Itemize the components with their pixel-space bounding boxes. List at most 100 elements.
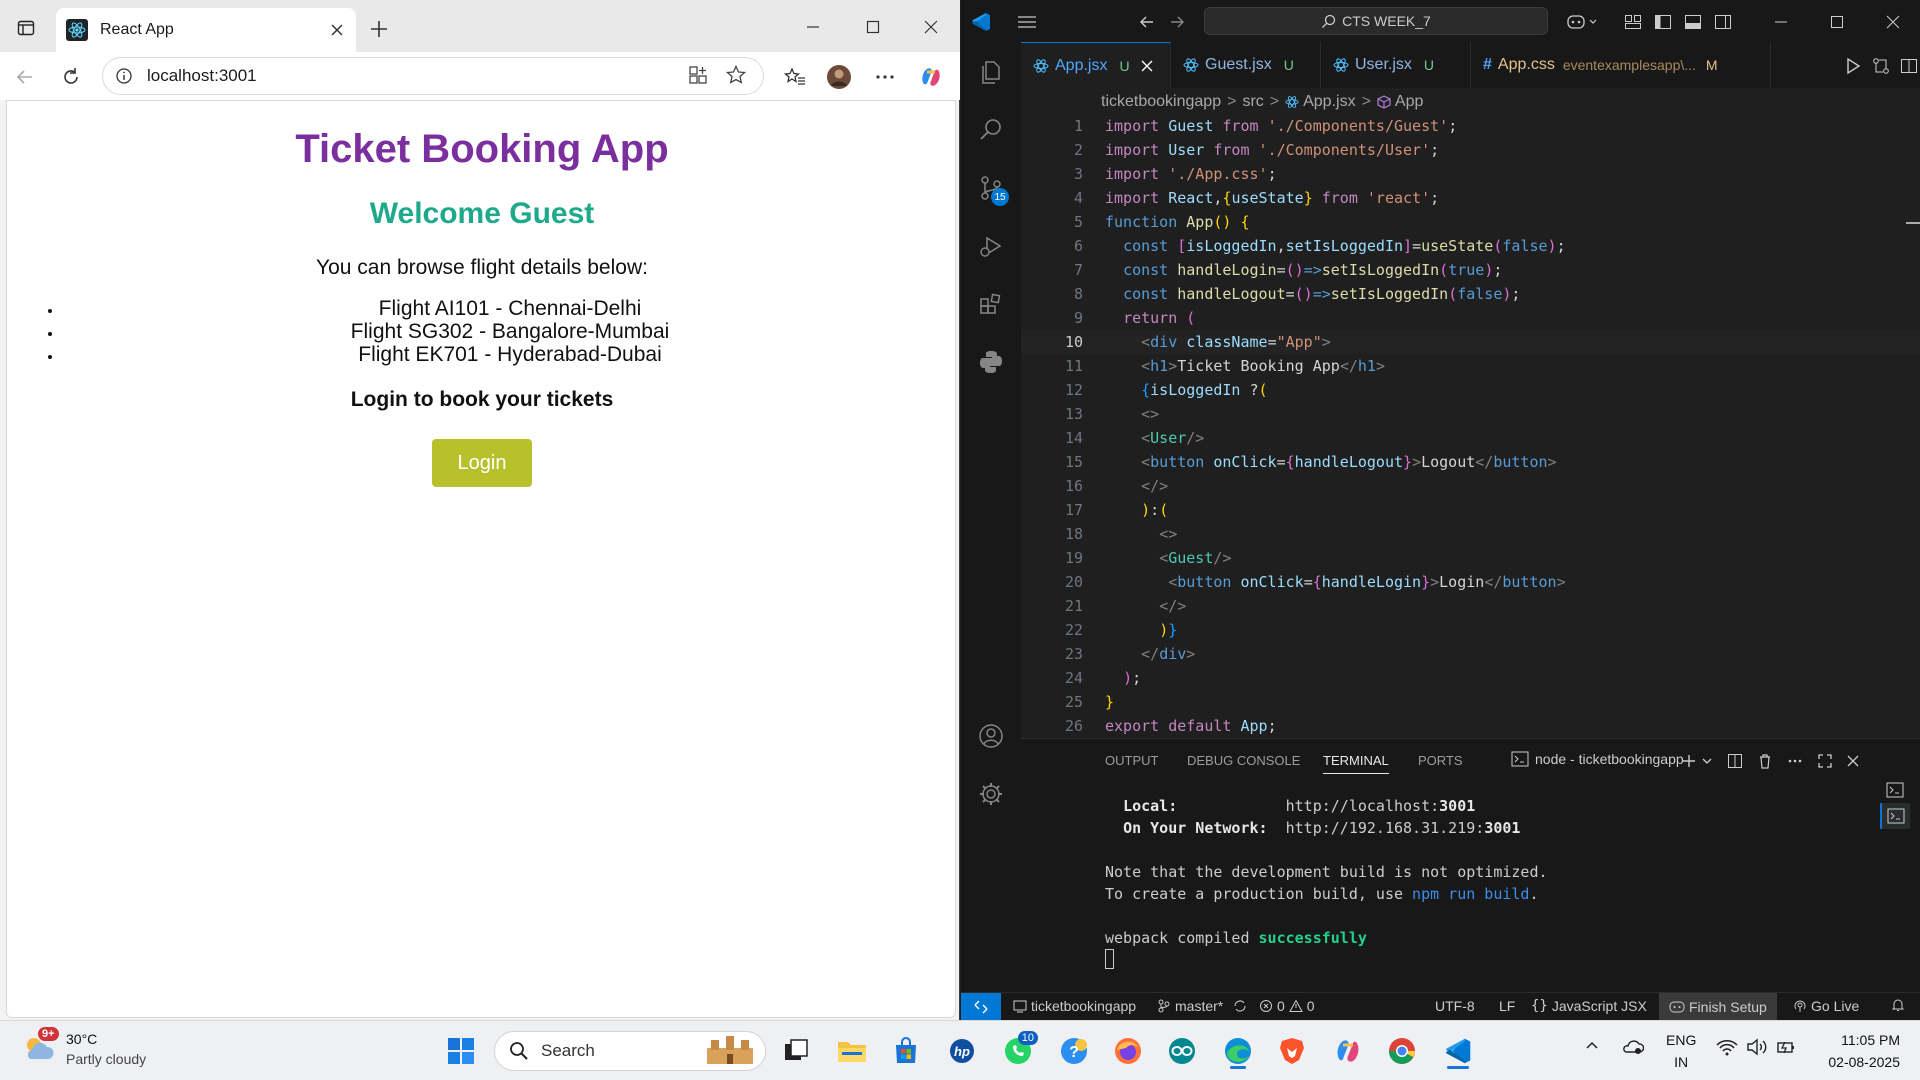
battery-charging-icon[interactable] — [1776, 1038, 1796, 1056]
search-icon[interactable] — [971, 110, 1011, 150]
login-button[interactable]: Login — [432, 439, 532, 487]
close-window-icon[interactable] — [918, 14, 944, 40]
go-live-button[interactable]: Go Live — [1793, 998, 1859, 1014]
favorite-star-icon[interactable] — [725, 64, 749, 88]
toggle-secondary-sidebar-icon[interactable] — [1711, 10, 1735, 34]
python-icon[interactable] — [971, 342, 1011, 382]
close-tab-icon[interactable] — [328, 21, 346, 39]
manage-gear-icon[interactable] — [971, 774, 1011, 814]
weather-widget[interactable]: 9+ 30°C Partly cloudy — [20, 1027, 146, 1069]
run-debug-icon[interactable] — [971, 226, 1011, 266]
help-app-icon[interactable]: ? — [1054, 1031, 1094, 1071]
brave-icon[interactable] — [1272, 1031, 1312, 1071]
maximize-panel-icon[interactable] — [1815, 751, 1835, 771]
terminal-instance-active-icon[interactable] — [1880, 803, 1910, 829]
status-branch[interactable]: master* — [1157, 998, 1247, 1014]
close-panel-icon[interactable] — [1843, 751, 1863, 771]
favorites-icon[interactable] — [782, 64, 808, 90]
file-explorer-icon[interactable] — [832, 1031, 872, 1071]
wifi-icon[interactable] — [1716, 1038, 1738, 1056]
site-info-icon[interactable] — [115, 67, 133, 85]
terminal-selector[interactable]: node - ticketbookingapp — [1511, 751, 1684, 767]
language-indicator[interactable]: ENG IN — [1666, 1029, 1696, 1073]
status-eol[interactable]: LF — [1499, 998, 1515, 1014]
start-windows-icon[interactable] — [441, 1031, 481, 1071]
tab-guest-jsx[interactable]: Guest.jsx U — [1171, 42, 1321, 88]
toggle-panel-icon[interactable] — [1681, 10, 1705, 34]
breadcrumb-folder[interactable]: ticketbookingapp — [1101, 93, 1221, 111]
nav-back-icon[interactable] — [1135, 10, 1159, 34]
split-editor-icon[interactable] — [1897, 54, 1920, 78]
close-tab-icon[interactable] — [1140, 59, 1154, 73]
command-center[interactable]: CTS WEEK_7 — [1204, 7, 1548, 35]
tab-terminal[interactable]: TERMINAL — [1323, 753, 1389, 774]
source-control-icon[interactable]: 15 — [971, 168, 1011, 208]
browser-tab-react-app[interactable]: React App — [56, 8, 356, 52]
tab-output[interactable]: OUTPUT — [1105, 753, 1158, 768]
more-actions-icon[interactable] — [1785, 751, 1805, 771]
taskbar-search[interactable]: Search — [494, 1031, 766, 1071]
breadcrumb-file[interactable]: App.jsx — [1303, 93, 1355, 111]
layout-customize-icon[interactable] — [1621, 10, 1645, 34]
status-language[interactable]: {} JavaScript JSX — [1531, 998, 1647, 1014]
tab-actions-icon[interactable] — [8, 10, 44, 46]
maximize-icon[interactable] — [1825, 10, 1849, 34]
status-problems[interactable]: 00 — [1259, 998, 1315, 1014]
explorer-icon[interactable] — [971, 52, 1011, 92]
back-arrow-icon[interactable] — [12, 64, 38, 90]
firefox-icon[interactable] — [1108, 1031, 1148, 1071]
menu-icon[interactable] — [1015, 10, 1039, 34]
show-hidden-icons-icon[interactable] — [1584, 1038, 1600, 1054]
terminal-instance-icon[interactable] — [1880, 777, 1910, 803]
status-encoding[interactable]: UTF-8 — [1435, 998, 1475, 1014]
breadcrumb-src[interactable]: src — [1242, 93, 1263, 111]
address-bar[interactable]: localhost:3001 — [102, 57, 764, 95]
trash-icon[interactable] — [1755, 751, 1775, 771]
copilot-menu-icon[interactable] — [1565, 10, 1601, 34]
onedrive-icon[interactable] — [1622, 1038, 1644, 1056]
split-terminal-icon[interactable] — [1725, 751, 1745, 771]
toggle-sidebar-icon[interactable] — [1651, 10, 1675, 34]
whatsapp-icon[interactable]: 10 — [998, 1031, 1038, 1071]
more-options-icon[interactable] — [872, 64, 898, 90]
tab-app-css[interactable]: # App.css eventexamplesapp\... M — [1471, 42, 1771, 88]
profile-avatar[interactable] — [826, 64, 852, 90]
reload-icon[interactable] — [58, 64, 84, 90]
app-available-icon[interactable] — [687, 64, 711, 88]
new-terminal-plus-icon[interactable] — [1679, 751, 1699, 771]
task-view-icon[interactable] — [776, 1031, 816, 1071]
maximize-icon[interactable] — [860, 14, 886, 40]
microsoft-store-icon[interactable] — [886, 1031, 926, 1071]
notifications-bell-icon[interactable] — [1891, 998, 1905, 1012]
finish-setup-button[interactable]: Finish Setup — [1659, 993, 1777, 1021]
tab-app-jsx[interactable]: App.jsx U — [1021, 42, 1171, 88]
nav-forward-icon[interactable] — [1165, 10, 1189, 34]
code-editor[interactable]: 1 import Guest from './Components/Guest';… — [1021, 114, 1920, 738]
vscode-taskbar-icon[interactable] — [1438, 1031, 1478, 1071]
close-window-icon[interactable] — [1881, 10, 1905, 34]
status-folder[interactable]: ticketbookingapp — [1013, 998, 1136, 1014]
minimize-icon[interactable] — [800, 14, 826, 40]
breadcrumb-symbol[interactable]: App — [1395, 93, 1423, 111]
run-file-icon[interactable] — [1841, 54, 1865, 78]
tab-user-jsx[interactable]: User.jsx U — [1321, 42, 1471, 88]
chrome-icon[interactable] — [1382, 1031, 1422, 1071]
scrollbar-marker[interactable] — [1906, 222, 1920, 224]
volume-icon[interactable] — [1746, 1038, 1768, 1056]
hp-icon[interactable]: hp — [942, 1031, 982, 1071]
new-tab-icon[interactable] — [366, 16, 392, 42]
arduino-icon[interactable] — [1162, 1031, 1202, 1071]
tab-debug-console[interactable]: DEBUG CONSOLE — [1187, 753, 1300, 768]
system-clock[interactable]: 11:05 PM 02-08-2025 — [1804, 1029, 1900, 1073]
remote-indicator-icon[interactable] — [961, 993, 1001, 1021]
chevron-down-icon[interactable] — [1697, 751, 1717, 771]
compare-changes-icon[interactable] — [1869, 54, 1893, 78]
minimize-icon[interactable] — [1769, 10, 1793, 34]
copilot-icon[interactable] — [1328, 1031, 1368, 1071]
tab-ports[interactable]: PORTS — [1418, 753, 1463, 768]
accounts-icon[interactable] — [971, 716, 1011, 756]
url-text[interactable]: localhost:3001 — [147, 66, 687, 86]
extensions-icon[interactable] — [971, 284, 1011, 324]
edge-browser-icon[interactable] — [1218, 1031, 1258, 1071]
copilot-icon[interactable] — [918, 64, 944, 90]
